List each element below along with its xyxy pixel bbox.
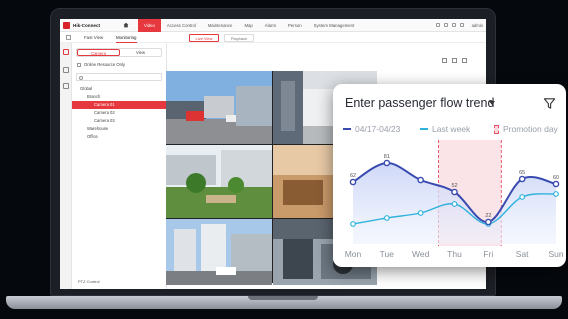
tree-item[interactable]: Office <box>72 133 167 141</box>
tree-item[interactable]: Branch <box>72 93 167 101</box>
search-icon <box>79 75 83 80</box>
x-tick-label: Thu <box>447 249 462 259</box>
live-view-button[interactable]: Live View <box>189 34 219 42</box>
x-tick-label: Tue <box>380 249 395 259</box>
tree-item[interactable]: Warehouse <box>72 125 167 133</box>
user-name[interactable]: admin <box>472 23 483 28</box>
passenger-flow-card: Enter passenger flow trend 04/17-04/23 L… <box>333 84 566 267</box>
data-label: 62 <box>350 173 356 179</box>
monitor-icon[interactable] <box>63 83 69 89</box>
video-tile-1[interactable] <box>166 71 272 144</box>
point-last-week-wed <box>417 210 424 216</box>
playback-button[interactable]: Playback <box>224 34 254 42</box>
x-tick-label: Sat <box>516 249 529 259</box>
point-last-week-thu <box>451 201 458 207</box>
filter-icon[interactable] <box>543 97 556 110</box>
passenger-flow-chart: 62 81 52 22 65 60 Mon Tue Wed Thu Fri Sat Sun <box>345 140 564 259</box>
grid-icon[interactable] <box>66 35 71 40</box>
resource-search-input[interactable] <box>76 73 162 81</box>
tree-item[interactable]: Camera 01 <box>72 101 167 109</box>
nav-item-alarm[interactable]: Alarm <box>259 19 282 32</box>
legend-swatch <box>343 128 351 130</box>
legend-swatch <box>494 124 499 134</box>
point-current-tue <box>383 159 391 167</box>
x-tick-label: Sun <box>548 249 563 259</box>
data-label: 52 <box>451 183 457 189</box>
fullscreen-icon[interactable] <box>452 58 457 63</box>
x-tick-label: Fri <box>483 249 493 259</box>
settings-icon[interactable] <box>452 23 456 27</box>
camera-tab[interactable]: Camera <box>77 49 120 56</box>
icon-rail <box>60 43 72 289</box>
view-tab[interactable]: View <box>120 49 161 56</box>
main-nav: Video Access Control Maintenance Map Alarm Pe… <box>138 19 360 32</box>
point-last-week-tue <box>383 215 390 221</box>
home-icon[interactable] <box>123 22 129 28</box>
tab-row: Fast View Monitoring <box>60 32 486 43</box>
point-current-sun <box>552 180 560 188</box>
point-current-thu <box>451 188 458 196</box>
legend-label: Promotion day <box>503 124 558 134</box>
tree-item[interactable]: Camera 02 <box>72 109 167 117</box>
chart-legend: 04/17-04/23 Last week Promotion day <box>343 124 563 136</box>
data-label: 65 <box>519 170 525 176</box>
chevron-down-icon[interactable] <box>489 101 495 105</box>
layout-grid-icon[interactable] <box>442 58 447 63</box>
brand-name: Hik-Connect <box>73 23 101 28</box>
top-bar: Hik-Connect Video Access Control Maintenan… <box>60 19 486 32</box>
more-icon[interactable] <box>462 58 467 63</box>
person-icon[interactable] <box>63 67 69 73</box>
point-current-sat <box>518 175 526 183</box>
nav-item-map[interactable]: Map <box>238 19 258 32</box>
point-current-mon <box>349 178 357 186</box>
nav-item-maintenance[interactable]: Maintenance <box>202 19 239 32</box>
tab-fast-view[interactable]: Fast View <box>84 32 103 43</box>
plant-scene-image <box>166 219 272 285</box>
data-label: 60 <box>553 175 559 181</box>
ptz-control-label[interactable]: PTZ Control <box>78 279 100 284</box>
layout-icon[interactable] <box>460 23 464 27</box>
campus-scene-image <box>166 145 272 218</box>
nav-item-system-management[interactable]: System Management <box>308 19 361 32</box>
data-label: 81 <box>384 154 390 160</box>
view-tools <box>442 58 467 63</box>
nav-item-person[interactable]: Person <box>282 19 308 32</box>
tree-item[interactable]: Global <box>72 85 167 93</box>
point-last-week-sat <box>519 194 526 200</box>
legend-label: Last week <box>432 124 471 134</box>
legend-item-last-week[interactable]: Last week <box>420 124 470 134</box>
brand-logo-icon <box>63 22 70 29</box>
online-only-label: Online Resource Only <box>84 62 125 67</box>
street-scene-image <box>166 71 272 144</box>
laptop-notch <box>248 296 318 300</box>
card-title: Enter passenger flow trend <box>345 96 495 110</box>
x-tick-label: Mon <box>345 249 362 259</box>
x-tick-label: Wed <box>412 249 430 259</box>
legend-label: 04/17-04/23 <box>355 124 401 134</box>
legend-swatch <box>420 128 428 130</box>
point-current-wed <box>417 176 424 184</box>
point-last-week-sun <box>553 191 559 197</box>
tree-item[interactable]: Camera 03 <box>72 117 167 125</box>
nav-item-access-control[interactable]: Access Control <box>161 19 202 32</box>
resource-switch: Camera View <box>76 48 162 57</box>
online-only-row[interactable]: Online Resource Only <box>77 62 125 67</box>
point-last-week-mon <box>350 221 356 227</box>
resource-tree: Global Branch Camera 01 Camera 02 Camera 03 W… <box>72 85 167 141</box>
legend-item-current[interactable]: 04/17-04/23 <box>343 124 400 134</box>
tab-monitoring[interactable]: Monitoring <box>116 32 137 43</box>
online-only-checkbox[interactable] <box>77 62 81 67</box>
video-tile-3[interactable] <box>166 145 272 218</box>
camera-icon[interactable] <box>63 49 69 55</box>
video-tile-5[interactable] <box>166 219 272 285</box>
nav-item-video[interactable]: Video <box>138 19 161 32</box>
top-icons <box>436 23 464 27</box>
message-icon[interactable] <box>436 23 440 27</box>
data-label: 22 <box>485 213 491 219</box>
help-icon[interactable] <box>444 23 448 27</box>
resource-panel: Camera View Online Resource Only Global B… <box>72 43 167 289</box>
legend-item-promotion[interactable]: Promotion day <box>494 124 558 134</box>
point-current-fri <box>485 218 492 226</box>
